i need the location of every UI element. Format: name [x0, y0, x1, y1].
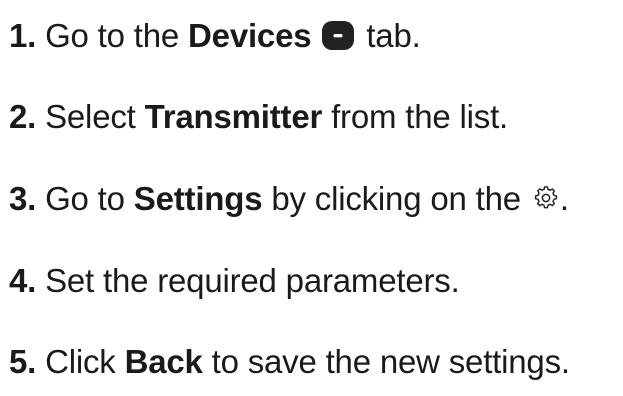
back-label: Back — [124, 343, 203, 380]
step-text: . — [559, 180, 569, 217]
step-text: to save the new settings. — [202, 343, 570, 380]
step-go-to-devices: 1. Go to the Devices tab. — [9, 17, 421, 55]
step-text: Select — [45, 98, 145, 135]
step-text: by clicking on the — [262, 180, 530, 217]
step-text: Go to — [45, 180, 134, 217]
step-text: Click — [45, 343, 125, 380]
step-click-back: 5. Click Back to save the new settings. — [9, 343, 570, 381]
devices-label: Devices — [188, 17, 312, 54]
step-text: Go to the — [45, 17, 189, 54]
settings-label: Settings — [133, 180, 263, 217]
transmitter-label: Transmitter — [144, 98, 323, 135]
step-number: 4. — [9, 262, 37, 299]
step-select-transmitter: 2. Select Transmitter from the list. — [9, 98, 508, 136]
device-icon — [321, 20, 355, 51]
step-text: Set the required parameters. — [45, 262, 460, 299]
step-number: 5. — [9, 343, 37, 380]
instruction-steps-list: 1. Go to the Devices tab. 2. Select Tran… — [0, 0, 623, 396]
gear-icon — [532, 184, 560, 212]
step-text: tab. — [357, 17, 421, 54]
step-text: from the list. — [322, 98, 509, 135]
step-go-to-settings: 3. Go to Settings by clicking on the . — [9, 180, 569, 218]
step-number: 1. — [9, 17, 37, 54]
step-number: 2. — [9, 98, 37, 135]
step-number: 3. — [9, 180, 37, 217]
step-set-parameters: 4. Set the required parameters. — [9, 262, 460, 300]
